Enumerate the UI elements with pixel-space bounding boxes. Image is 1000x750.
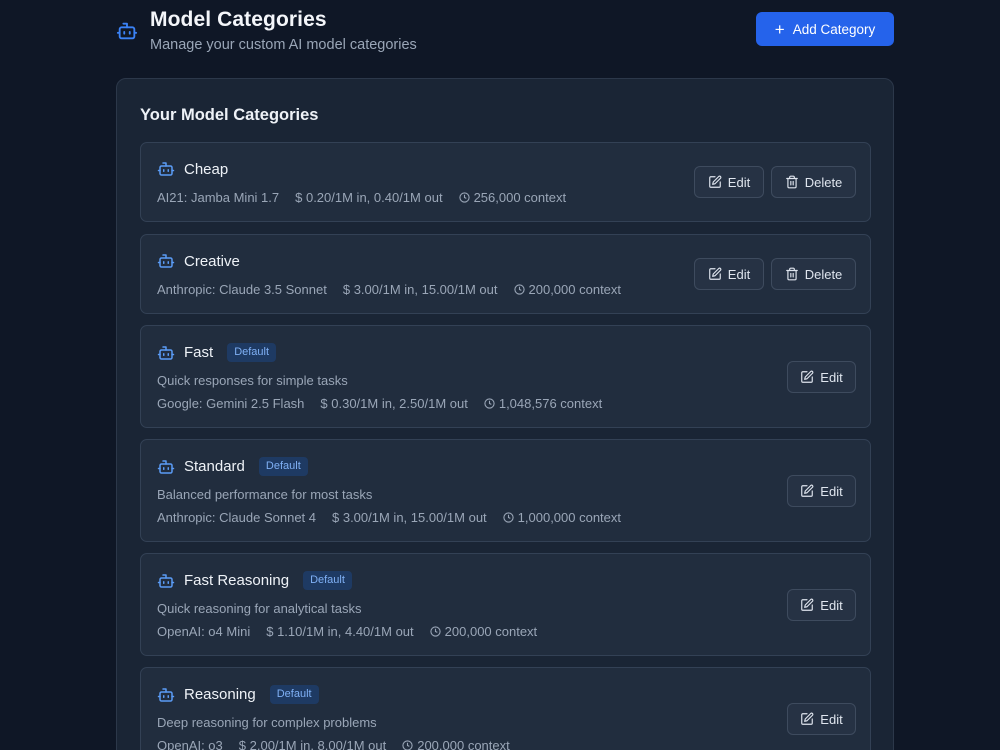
clock-icon [484, 398, 495, 409]
category-description: Quick responses for simple tasks [157, 373, 348, 388]
edit-icon [801, 712, 814, 725]
clock-icon [503, 512, 514, 523]
edit-icon [708, 175, 722, 188]
category-card-standard: Standard Default Balanced performance fo… [140, 439, 871, 542]
panel-title: Your Model Categories [140, 106, 319, 124]
category-meta: Anthropic: Claude Sonnet 4 $ 3.00/1M in,… [157, 510, 621, 525]
edit-icon [708, 267, 722, 280]
edit-icon [801, 484, 814, 497]
edit-button[interactable]: Edit [787, 703, 856, 735]
edit-button[interactable]: Edit [787, 475, 856, 507]
clock-icon [513, 284, 525, 295]
pricing: 2.00/1M in, 8.00/1M out [249, 738, 387, 750]
clock-icon [458, 192, 470, 203]
model-name: AI21: Jamba Mini 1.7 [157, 190, 280, 205]
dollar-icon: $ [320, 396, 332, 411]
context-size: 200,000 context [528, 282, 622, 297]
dollar-icon: $ [332, 510, 343, 525]
model-name: Anthropic: Claude 3.5 Sonnet [157, 282, 327, 297]
model-name: OpenAI: o3 [157, 738, 223, 750]
category-name: Creative [184, 252, 240, 270]
bot-icon [157, 254, 175, 268]
page-header: Model Categories Manage your custom AI m… [116, 4, 894, 60]
edit-button[interactable]: Edit [787, 589, 856, 621]
page-title: Model Categories [150, 8, 327, 31]
pricing: 0.20/1M in, 0.40/1M out [305, 190, 443, 205]
default-badge: Default [303, 571, 352, 590]
clock-icon [402, 740, 413, 750]
bot-icon [157, 459, 175, 474]
bot-icon [157, 573, 175, 588]
bot-icon [116, 22, 138, 40]
pricing: 3.00/1M in, 15.00/1M out [342, 510, 487, 525]
context-size: 1,048,576 context [498, 396, 603, 411]
default-badge: Default [227, 343, 277, 362]
clock-icon [430, 626, 441, 637]
bot-icon [157, 162, 175, 176]
model-name: Anthropic: Claude Sonnet 4 [157, 510, 316, 525]
edit-button[interactable]: Edit [694, 166, 764, 198]
edit-button[interactable]: Edit [787, 361, 856, 393]
category-card-reasoning: Reasoning Default Deep reasoning for com… [140, 667, 871, 750]
category-name: Reasoning [184, 686, 256, 703]
delete-button[interactable]: Delete [771, 258, 856, 290]
edit-icon [801, 598, 814, 611]
category-name: Fast [184, 344, 214, 361]
category-name: Standard [184, 458, 245, 475]
pricing: 1.10/1M in, 4.40/1M out [277, 624, 414, 639]
category-name: Fast Reasoning [184, 572, 290, 589]
dollar-icon: $ [295, 190, 306, 205]
delete-button[interactable]: Delete [771, 166, 856, 198]
categories-panel: Your Model Categories Cheap AI21: Jamba … [116, 78, 894, 750]
edit-button[interactable]: Edit [694, 258, 764, 290]
category-meta: OpenAI: o4 Mini $ 1.10/1M in, 4.40/1M ou… [157, 624, 537, 639]
pricing: 0.30/1M in, 2.50/1M out [331, 396, 468, 411]
plus-icon: + [774, 19, 785, 39]
category-meta: Anthropic: Claude 3.5 Sonnet $ 3.00/1M i… [157, 282, 621, 297]
category-card-cheap: Cheap AI21: Jamba Mini 1.7 $ 0.20/1M in,… [140, 142, 871, 222]
trash-icon [785, 267, 798, 281]
category-description: Balanced performance for most tasks [157, 487, 373, 502]
category-description: Deep reasoning for complex problems [157, 715, 377, 730]
model-name: Google: Gemini 2.5 Flash [157, 396, 305, 411]
category-card-fast-reasoning: Fast Reasoning Default Quick reasoning f… [140, 553, 871, 656]
category-card-fast: Fast Default Quick responses for simple … [140, 325, 871, 428]
category-description: Quick reasoning for analytical tasks [157, 601, 362, 616]
dollar-icon: $ [238, 738, 250, 750]
context-size: 200,000 context [444, 624, 538, 639]
model-name: OpenAI: o4 Mini [157, 624, 251, 639]
trash-icon [785, 175, 798, 189]
add-category-label: Add Category [792, 21, 876, 37]
page-subtitle: Manage your custom AI model categories [150, 37, 417, 53]
bot-icon [157, 345, 175, 360]
category-meta: OpenAI: o3 $ 2.00/1M in, 8.00/1M out 200… [157, 738, 510, 750]
context-size: 1,000,000 context [517, 510, 622, 525]
category-meta: AI21: Jamba Mini 1.7 $ 0.20/1M in, 0.40/… [157, 190, 566, 205]
dollar-icon: $ [266, 624, 278, 639]
category-name: Cheap [184, 160, 229, 178]
context-size: 256,000 context [473, 190, 567, 205]
default-badge: Default [258, 457, 308, 476]
default-badge: Default [269, 685, 319, 704]
category-card-creative: Creative Anthropic: Claude 3.5 Sonnet $ … [140, 234, 871, 314]
context-size: 200,000 context [417, 738, 510, 750]
dollar-icon: $ [342, 282, 354, 297]
bot-icon [157, 687, 175, 702]
add-category-button[interactable]: + Add Category [756, 12, 894, 46]
pricing: 3.00/1M in, 15.00/1M out [353, 282, 498, 297]
model-categories-page: Model Categories Manage your custom AI m… [0, 0, 1000, 750]
category-meta: Google: Gemini 2.5 Flash $ 0.30/1M in, 2… [157, 396, 602, 411]
edit-icon [801, 370, 814, 383]
